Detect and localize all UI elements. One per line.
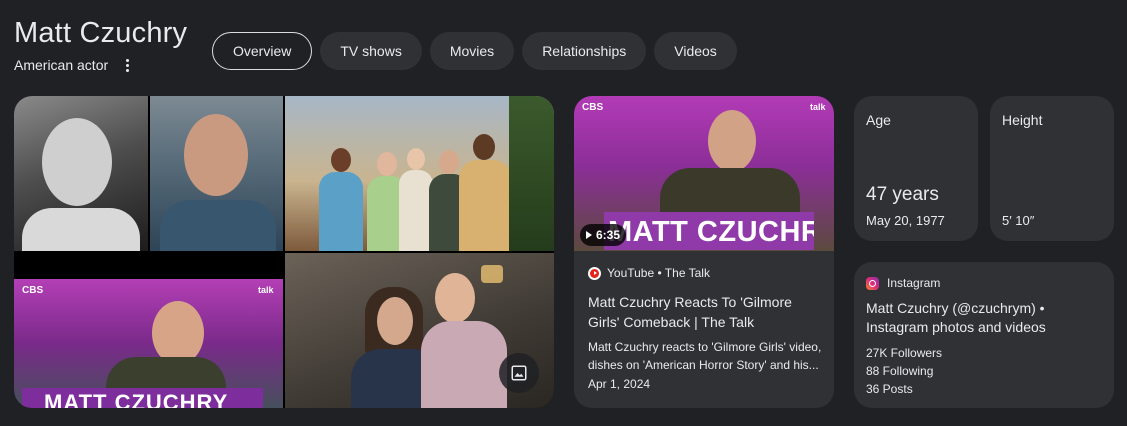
height-label: Height — [1002, 112, 1043, 128]
more-options-icon[interactable] — [120, 57, 134, 73]
video-date: Apr 1, 2024 — [588, 377, 651, 391]
video-thumbnail[interactable]: CBS talk MATT CZUCHRY 6:35 — [574, 96, 834, 251]
instagram-posts: 36 Posts — [866, 382, 913, 396]
video-description: Matt Czuchry reacts to 'Gilmore Girls' v… — [588, 340, 822, 372]
tab-movies[interactable]: Movies — [429, 32, 515, 70]
video-source: YouTube • The Talk — [588, 266, 710, 280]
video-duration: 6:35 — [580, 224, 627, 246]
video-source-text: YouTube • The Talk — [607, 266, 710, 280]
page-title: Matt Czuchry — [14, 17, 188, 49]
instagram-source: Instagram — [866, 276, 940, 290]
instagram-icon — [866, 276, 879, 290]
height-card[interactable]: Height 5′ 10″ — [990, 96, 1114, 241]
play-icon — [586, 231, 592, 239]
tab-relationships[interactable]: Relationships — [522, 32, 647, 70]
birth-date: May 20, 1977 — [866, 213, 945, 228]
subtitle-row: American actor — [14, 57, 134, 73]
video-title[interactable]: Matt Czuchry Reacts To 'Gilmore Girls' C… — [588, 292, 822, 332]
age-card[interactable]: Age 47 years May 20, 1977 — [854, 96, 978, 241]
video-banner-text: MATT CZUCHRY — [22, 388, 263, 408]
image-collage[interactable]: CBS talk MATT CZUCHRY — [14, 96, 554, 408]
thumb-network-logo: CBS — [582, 102, 604, 113]
age-value: 47 years — [866, 184, 939, 205]
instagram-title[interactable]: Matt Czuchry (@czuchrym) • Instagram pho… — [866, 299, 1104, 337]
video-card[interactable]: CBS talk MATT CZUCHRY 6:35 YouTube • The… — [574, 96, 834, 408]
instagram-followers: 27K Followers — [866, 346, 943, 360]
talk-logo: talk — [258, 285, 274, 295]
image-icon — [511, 365, 527, 381]
age-label: Age — [866, 112, 891, 128]
collage-photo-talk-show-group[interactable] — [285, 96, 554, 251]
collage-photo-scrubs[interactable] — [150, 96, 283, 251]
height-value: 5′ 10″ — [1002, 213, 1035, 228]
collage-photo-scene[interactable] — [285, 253, 554, 408]
instagram-source-text: Instagram — [887, 276, 941, 290]
instagram-following: 88 Following — [866, 364, 934, 378]
thumb-talk-logo: talk — [810, 102, 826, 112]
image-viewer-button[interactable] — [499, 353, 539, 393]
thumb-banner-text: MATT CZUCHRY — [604, 212, 814, 250]
duration-text: 6:35 — [596, 228, 621, 242]
collage-photo-the-talk[interactable]: CBS talk MATT CZUCHRY — [14, 279, 283, 408]
instagram-card[interactable]: Instagram Matt Czuchry (@czuchrym) • Ins… — [854, 262, 1114, 408]
entity-subtitle: American actor — [14, 57, 109, 73]
tab-videos[interactable]: Videos — [654, 32, 737, 70]
tab-tv-shows[interactable]: TV shows — [320, 32, 422, 70]
tab-overview[interactable]: Overview — [212, 32, 313, 70]
youtube-icon — [588, 266, 601, 280]
entity-tabs: Overview TV shows Movies Relationships V… — [212, 32, 737, 70]
network-logo: CBS — [22, 285, 44, 296]
collage-photo-bw-portrait[interactable] — [14, 96, 148, 251]
